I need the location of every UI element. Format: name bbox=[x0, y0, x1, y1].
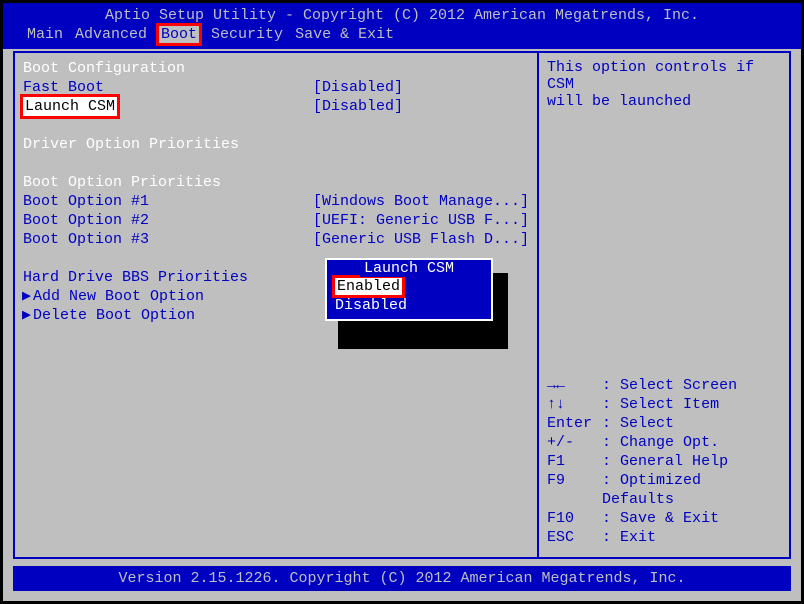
option-description: This option controls if CSM bbox=[547, 59, 781, 93]
row-launch-csm[interactable]: Launch CSM [Disabled] bbox=[23, 97, 529, 116]
tab-security[interactable]: Security bbox=[211, 26, 283, 43]
popup-launch-csm: Launch CSM Enabled Disabled bbox=[325, 258, 493, 321]
help-key: +/- bbox=[547, 433, 602, 452]
boot-option-3-value: [Generic USB Flash D...] bbox=[313, 230, 529, 249]
help-text: : General Help bbox=[602, 452, 728, 471]
tab-advanced[interactable]: Advanced bbox=[75, 26, 147, 43]
bios-window: Aptio Setup Utility - Copyright (C) 2012… bbox=[3, 3, 801, 601]
help-key: ESC bbox=[547, 528, 602, 547]
section-boot-config: Boot Configuration bbox=[23, 59, 313, 78]
boot-option-2-value: [UEFI: Generic USB F...] bbox=[313, 211, 529, 230]
tab-main[interactable]: Main bbox=[27, 26, 63, 43]
row-boot-option-1[interactable]: Boot Option #1 [Windows Boot Manage...] bbox=[23, 192, 529, 211]
app-title: Aptio Setup Utility - Copyright (C) 2012… bbox=[3, 7, 801, 24]
menubar: Main Advanced Boot Security Save & Exit bbox=[3, 24, 801, 47]
right-panel: This option controls if CSM will be laun… bbox=[537, 51, 791, 559]
triangle-icon: ▶ bbox=[22, 287, 31, 306]
help-key: ↑↓ bbox=[547, 395, 602, 414]
boot-option-3-label: Boot Option #3 bbox=[23, 230, 313, 249]
key-help: →←: Select Screen ↑↓: Select Item Enter:… bbox=[547, 376, 781, 547]
boot-option-1-value: [Windows Boot Manage...] bbox=[313, 192, 529, 211]
fast-boot-value: [Disabled] bbox=[313, 78, 529, 97]
popup-option-enabled[interactable]: Enabled bbox=[335, 277, 483, 296]
help-text: : Optimized Defaults bbox=[602, 471, 781, 509]
popup-option-disabled[interactable]: Disabled bbox=[335, 296, 483, 315]
row-boot-option-2[interactable]: Boot Option #2 [UEFI: Generic USB F...] bbox=[23, 211, 529, 230]
help-text: : Select bbox=[602, 414, 674, 433]
popup-title: Launch CSM bbox=[360, 260, 458, 277]
option-description: will be launched bbox=[547, 93, 781, 110]
help-text: : Select Screen bbox=[602, 376, 737, 395]
footer: Version 2.15.1226. Copyright (C) 2012 Am… bbox=[13, 566, 791, 591]
section-boot-priorities: Boot Option Priorities bbox=[23, 173, 313, 192]
fast-boot-label: Fast Boot bbox=[23, 78, 313, 97]
help-key: F10 bbox=[547, 509, 602, 528]
section-driver-priorities: Driver Option Priorities bbox=[23, 135, 313, 154]
help-text: : Select Item bbox=[602, 395, 719, 414]
boot-option-2-label: Boot Option #2 bbox=[23, 211, 313, 230]
help-key: →← bbox=[547, 376, 602, 395]
row-boot-option-3[interactable]: Boot Option #3 [Generic USB Flash D...] bbox=[23, 230, 529, 249]
hard-drive-bbs-label: Hard Drive BBS Priorities bbox=[23, 268, 313, 287]
help-text: : Save & Exit bbox=[602, 509, 719, 528]
help-key: Enter bbox=[547, 414, 602, 433]
tab-boot[interactable]: Boot bbox=[159, 26, 199, 43]
boot-option-1-label: Boot Option #1 bbox=[23, 192, 313, 211]
triangle-icon: ▶ bbox=[22, 306, 31, 325]
row-fast-boot[interactable]: Fast Boot [Disabled] bbox=[23, 78, 529, 97]
delete-boot-label: Delete Boot Option bbox=[23, 306, 313, 325]
help-key: F9 bbox=[547, 471, 602, 509]
tab-save-exit[interactable]: Save & Exit bbox=[295, 26, 394, 43]
help-key: F1 bbox=[547, 452, 602, 471]
add-new-boot-label: Add New Boot Option bbox=[23, 287, 313, 306]
launch-csm-value: [Disabled] bbox=[313, 97, 529, 116]
help-text: : Change Opt. bbox=[602, 433, 719, 452]
help-text: : Exit bbox=[602, 528, 656, 547]
launch-csm-label: Launch CSM bbox=[23, 97, 117, 116]
header: Aptio Setup Utility - Copyright (C) 2012… bbox=[3, 3, 801, 49]
